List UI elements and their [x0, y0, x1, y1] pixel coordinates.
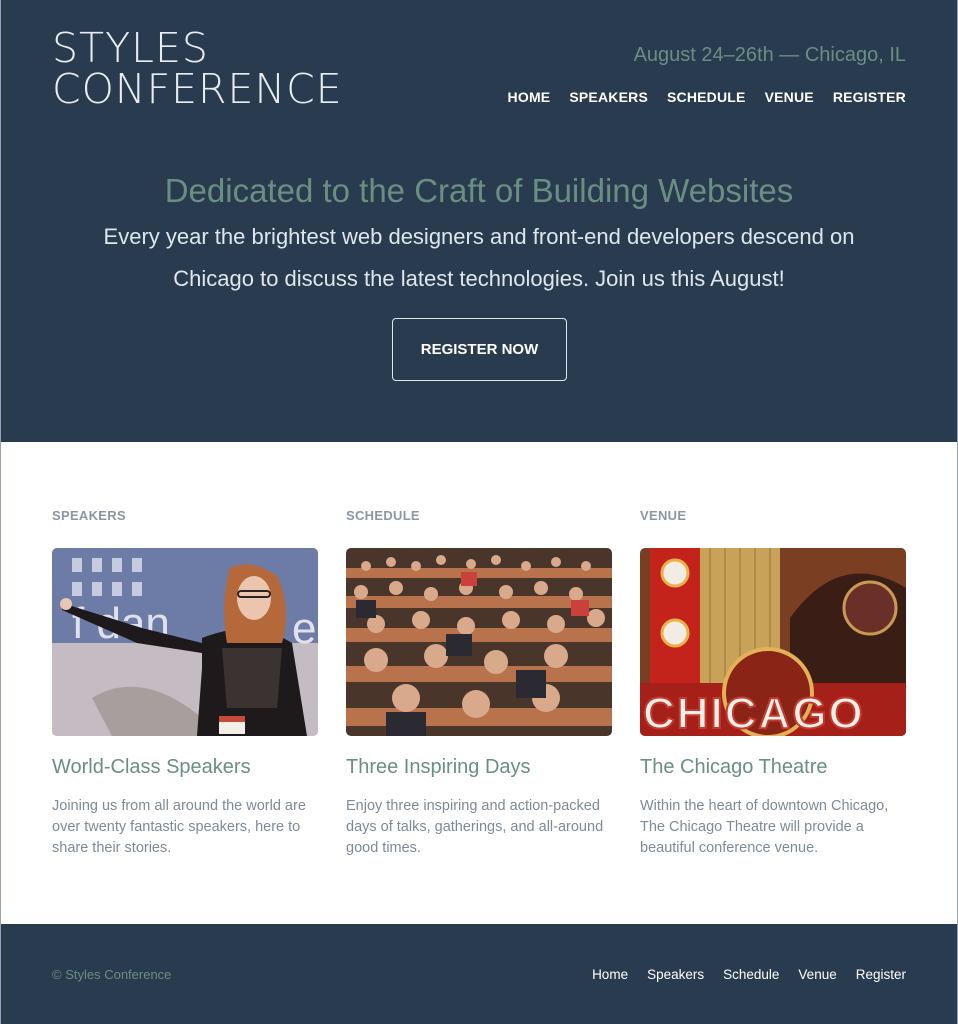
column-label: SCHEDULE [346, 508, 420, 523]
logo-line-2: CONFERENCE [52, 65, 343, 113]
hero-description: Every year the brightest web designers a… [103, 224, 855, 291]
nav-home[interactable]: HOME [508, 89, 551, 105]
nav-schedule[interactable]: SCHEDULE [667, 89, 746, 105]
column-label: VENUE [640, 508, 687, 523]
audience-photo[interactable] [346, 548, 612, 736]
column-text: Joining us from all around the world are… [52, 798, 306, 856]
nav-speakers[interactable]: SPEAKERS [569, 89, 648, 105]
footer-nav-venue[interactable]: Venue [798, 967, 836, 982]
primary-nav: HOME SPEAKERS SCHEDULE VENUE REGISTER [508, 89, 906, 105]
site-footer: © Styles Conference Home Speakers Schedu… [1, 924, 957, 1024]
nav-register[interactable]: REGISTER [833, 89, 906, 105]
feature-columns: SPEAKERS f dan e World-Class Spea [52, 508, 906, 859]
footer-nav-schedule[interactable]: Schedule [723, 967, 779, 982]
venue-column: VENUE CHICAGO The Chicago Theatre Within… [640, 508, 906, 859]
footer-nav-register[interactable]: Register [856, 967, 906, 982]
site-logo[interactable]: STYLES CONFERENCE [52, 28, 343, 110]
speaker-photo[interactable]: f dan e [52, 548, 318, 736]
column-text: Within the heart of downtown Chicago, Th… [640, 798, 889, 856]
chicago-theatre-photo[interactable]: CHICAGO [640, 548, 906, 736]
column-text: Enjoy three inspiring and action-packed … [346, 798, 604, 856]
schedule-column: SCHEDULE Three Inspiring Days Enjoy thre… [346, 508, 612, 859]
sign-text: CHICAGO [643, 689, 865, 736]
footer-nav-speakers[interactable]: Speakers [647, 967, 704, 982]
register-now-button[interactable]: REGISTER NOW [392, 318, 567, 381]
event-tagline: August 24–26th — Chicago, IL [633, 44, 906, 66]
hero-title: Dedicated to the Craft of Building Websi… [164, 172, 794, 209]
column-label: SPEAKERS [52, 508, 126, 523]
column-title[interactable]: World-Class Speakers [52, 756, 318, 796]
nav-venue[interactable]: VENUE [765, 89, 814, 105]
copyright-text: © Styles Conference [52, 967, 172, 982]
footer-nav: Home Speakers Schedule Venue Register [592, 967, 906, 982]
column-title[interactable]: Three Inspiring Days [346, 756, 612, 796]
svg-text:e: e [292, 604, 316, 653]
site-header: STYLES CONFERENCE August 24–26th — Chica… [1, 0, 957, 442]
footer-nav-home[interactable]: Home [592, 967, 628, 982]
column-title[interactable]: The Chicago Theatre [640, 756, 906, 796]
logo-line-1: STYLES [52, 24, 209, 72]
speakers-column: SPEAKERS f dan e World-Class Spea [52, 508, 318, 859]
